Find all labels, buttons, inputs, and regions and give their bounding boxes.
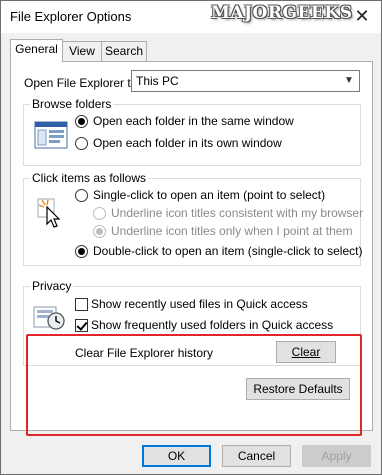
frequent-folders-checkbox[interactable] bbox=[75, 319, 88, 332]
browse-folders-title: Browse folders bbox=[30, 97, 114, 111]
file-explorer-options-dialog: File Explorer Options MAJORGEEKS ✕ Gener… bbox=[0, 0, 382, 475]
own-window-radio[interactable] bbox=[75, 137, 88, 150]
same-window-radio[interactable] bbox=[75, 115, 88, 128]
underline-point-label: Underline icon titles only when I point … bbox=[111, 224, 353, 238]
double-click-label[interactable]: Double-click to open an item (single-cli… bbox=[93, 244, 362, 258]
underline-browser-label: Underline icon titles consistent with my… bbox=[111, 206, 364, 220]
window-title: File Explorer Options bbox=[10, 9, 132, 24]
tab-general[interactable]: General bbox=[10, 39, 63, 62]
own-window-label[interactable]: Open each folder in its own window bbox=[93, 136, 282, 150]
cursor-click-icon bbox=[37, 198, 61, 228]
majorgeeks-watermark: MAJORGEEKS bbox=[211, 3, 353, 23]
recent-files-label[interactable]: Show recently used files in Quick access bbox=[91, 297, 308, 311]
chevron-down-icon: ▼ bbox=[344, 75, 354, 86]
open-explorer-label: Open File Explorer to: bbox=[24, 76, 141, 90]
general-tab-panel: Open File Explorer to: This PC ▼ Browse … bbox=[10, 61, 373, 436]
cancel-button[interactable]: Cancel bbox=[222, 445, 291, 467]
restore-defaults-button[interactable]: Restore Defaults bbox=[246, 378, 350, 400]
privacy-title: Privacy bbox=[30, 279, 74, 293]
recent-files-checkbox[interactable] bbox=[75, 298, 88, 311]
click-items-title: Click items as follows bbox=[30, 171, 149, 185]
apply-button: Apply bbox=[302, 445, 371, 467]
underline-point-radio bbox=[93, 225, 106, 238]
browse-folders-group: Browse folders Open each folder in the s… bbox=[23, 97, 361, 166]
single-click-radio[interactable] bbox=[75, 189, 88, 202]
frequent-folders-label[interactable]: Show frequently used folders in Quick ac… bbox=[91, 318, 333, 332]
ok-button[interactable]: OK bbox=[142, 445, 211, 467]
same-window-label[interactable]: Open each folder in the same window bbox=[93, 114, 294, 128]
tab-search[interactable]: Search bbox=[101, 41, 147, 61]
single-click-label[interactable]: Single-click to open an item (point to s… bbox=[93, 188, 325, 202]
close-icon[interactable]: ✕ bbox=[350, 5, 374, 27]
double-click-radio[interactable] bbox=[75, 245, 88, 258]
folder-window-icon bbox=[34, 121, 68, 149]
underline-browser-radio bbox=[93, 207, 106, 220]
open-explorer-value: This PC bbox=[136, 74, 179, 88]
title-bar: File Explorer Options MAJORGEEKS ✕ bbox=[1, 1, 381, 33]
click-items-group: Click items as follows Single-click to o… bbox=[23, 171, 364, 266]
privacy-clock-icon bbox=[33, 306, 65, 330]
open-explorer-dropdown[interactable]: This PC ▼ bbox=[131, 70, 360, 92]
tab-view[interactable]: View bbox=[62, 41, 102, 61]
